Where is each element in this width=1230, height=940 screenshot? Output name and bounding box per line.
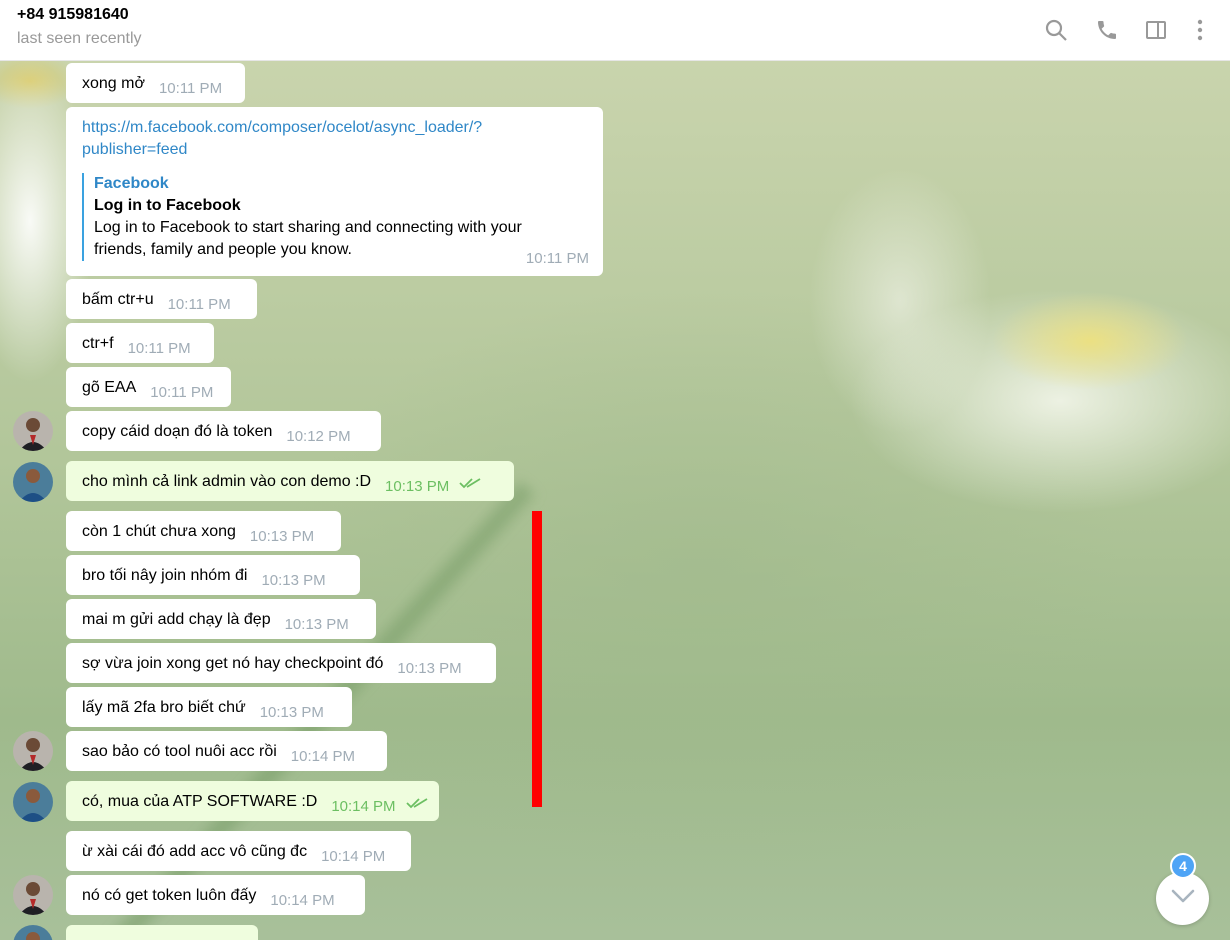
message-bubble-outgoing[interactable]: có, mua của ATP SOFTWARE :D 10:14 PM [66,781,439,821]
message-bubble[interactable]: ừ xài cái đó add acc vô cũng đc 10:14 PM [66,831,411,871]
message-time: 10:12 PM [286,428,351,445]
message-text: cho mình cả link admin vào con demo :D [82,473,372,490]
link-preview-card[interactable]: Facebook Log in to Facebook Log in to Fa… [82,173,587,261]
message-bubble[interactable]: ctr+f 10:11 PM [66,323,214,363]
message-bubble[interactable]: lấy mã 2fa bro biết chứ 10:13 PM [66,687,352,727]
preview-description: Log in to Facebook to start sharing and … [94,219,522,236]
message-text: lấy mã 2fa bro biết chứ [82,699,246,716]
scroll-to-bottom-button[interactable] [1156,872,1209,925]
message-bubble[interactable]: xong mở 10:11 PM [66,63,245,103]
message-time: 10:11 PM [158,80,223,97]
message-bubble[interactable]: gõ EAA 10:11 PM [66,367,231,407]
message-bubble[interactable]: sao bảo có tool nuôi acc rồi 10:14 PM [66,731,387,771]
preview-description: friends, family and people you know. [94,241,352,258]
message-text: copy cáid doạn đó là token [82,423,273,440]
message-time: 10:14 PM [321,848,386,865]
chevron-down-icon [1170,888,1196,909]
message-time: 10:13 PM [284,616,349,633]
message-text: xong mở [82,75,145,92]
avatar[interactable] [13,462,53,502]
message-bubble[interactable]: còn 1 chút chưa xong 10:13 PM [66,511,341,551]
message-time: 10:13 PM [259,704,324,721]
message-time: 10:11 PM [167,296,231,313]
avatar[interactable] [13,411,53,451]
message-bubble[interactable]: mai m gửi add chạy là đẹp 10:13 PM [66,599,376,639]
avatar[interactable] [13,782,53,822]
message-text: bro tối nây join nhóm đi [82,567,248,584]
message-bubble[interactable]: sợ vừa join xong get nó hay checkpoint đ… [66,643,496,683]
message-link[interactable]: https://m.facebook.com/composer/ocelot/a… [82,117,587,161]
message-text: nó có get token luôn đấy [82,887,257,904]
message-bubble-outgoing[interactable]: cho mình cả link admin vào con demo :D 10… [66,461,514,501]
avatar[interactable] [13,875,53,915]
message-text: mai m gửi add chạy là đẹp [82,611,271,628]
double-check-icon [405,794,428,816]
message-bubble[interactable]: nó có get token luôn đấy 10:14 PM [66,875,365,915]
message-time: 10:13 PM [261,572,326,589]
message-text: gõ EAA [82,379,137,396]
message-text: ừ xài cái đó add acc vô cũng đc [82,843,308,860]
peer-status: last seen recently [17,30,142,47]
sidebar-icon[interactable] [1140,14,1172,46]
message-text: sợ vừa join xong get nó hay checkpoint đ… [82,655,384,672]
preview-title: Log in to Facebook [94,197,241,214]
unread-count-badge: 4 [1170,853,1196,879]
message-time: 10:11 PM [150,384,214,401]
preview-site-name: Facebook [94,175,169,192]
avatar[interactable] [13,731,53,771]
message-time: 10:11 PM [127,340,191,357]
search-icon[interactable] [1040,14,1072,46]
more-vertical-icon[interactable] [1184,14,1216,46]
message-time: 10:13 PM [249,528,315,545]
message-bubble-outgoing[interactable] [66,925,258,940]
message-text: bấm ctr+u [82,291,154,308]
link-url-line[interactable]: https://m.facebook.com/composer/ocelot/a… [82,117,587,139]
message-bubble[interactable]: copy cáid doạn đó là token 10:12 PM [66,411,381,451]
message-bubble[interactable]: bấm ctr+u 10:11 PM [66,279,257,319]
peer-name[interactable]: +84 915981640 [17,6,129,24]
message-text: còn 1 chút chưa xong [82,523,236,540]
link-url-line[interactable]: publisher=feed [82,139,587,161]
message-time: 10:11 PM [525,250,589,267]
message-time: 10:14 PM [290,748,356,765]
message-bubble[interactable]: bro tối nây join nhóm đi 10:13 PM [66,555,360,595]
message-text: sao bảo có tool nuôi acc rồi [82,743,277,760]
highlight-bar [532,511,542,807]
message-time: 10:14 PM [270,892,335,909]
phone-icon[interactable] [1091,14,1123,46]
message-time: 10:14 PM [331,798,396,815]
message-text: ctr+f [82,335,114,352]
link-preview-message[interactable]: https://m.facebook.com/composer/ocelot/a… [66,107,603,276]
double-check-icon [459,474,481,496]
chat-header: +84 915981640 last seen recently [0,0,1230,61]
message-text: có, mua của ATP SOFTWARE :D [82,793,318,810]
message-time: 10:13 PM [397,660,462,677]
message-time: 10:13 PM [385,478,450,495]
